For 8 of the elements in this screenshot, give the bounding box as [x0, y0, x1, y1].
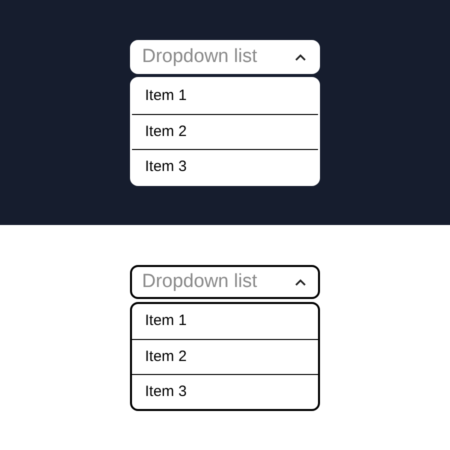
chevron-up-icon	[295, 278, 306, 286]
menu-item[interactable]: Item 2	[132, 114, 318, 149]
menu-item[interactable]: Item 3	[132, 149, 318, 184]
menu-item[interactable]: Item 2	[132, 339, 318, 374]
menu-item[interactable]: Item 3	[132, 374, 318, 409]
menu-item[interactable]: Item 1	[132, 79, 318, 114]
chevron-up-icon	[295, 54, 306, 60]
menu-item[interactable]: Item 1	[132, 304, 318, 339]
